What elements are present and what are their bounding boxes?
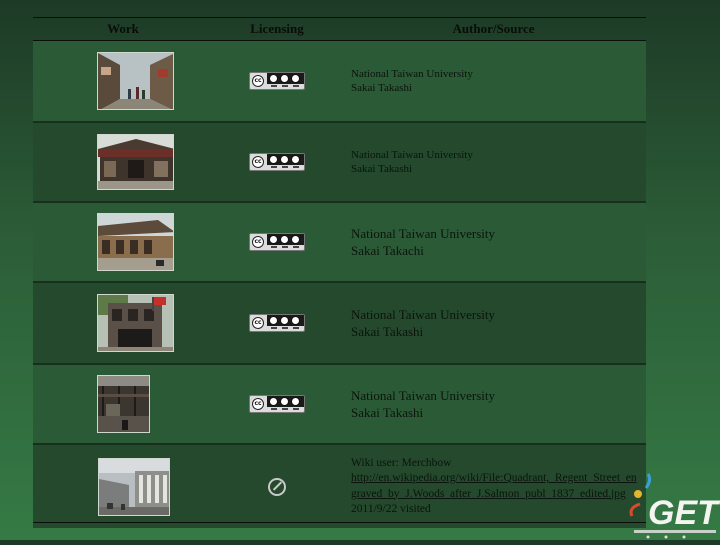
license-cell: [213, 477, 341, 496]
work-cell: [33, 294, 213, 352]
author-line: National Taiwan University: [351, 68, 473, 80]
cc-by-nc-sa-badge-icon[interactable]: cc: [249, 233, 305, 251]
table-row: cc National Taiwan University Sakai Taka…: [33, 365, 646, 445]
author-cell: National Taiwan University Sakai Takashi: [341, 306, 646, 340]
cc-by-nc-sa-badge-icon[interactable]: cc: [249, 72, 305, 90]
table-bottom-rule: [33, 522, 646, 523]
author-line: Sakai Takashi: [351, 163, 413, 175]
author-cell: National Taiwan University Sakai Takashi: [341, 67, 646, 95]
work-cell: [33, 134, 213, 190]
license-cell: cc: [213, 153, 341, 171]
flag-building-photo-thumbnail[interactable]: [97, 294, 174, 352]
author-line: Sakai Takashi: [351, 82, 413, 94]
interior-courtyard-photo-thumbnail[interactable]: [96, 375, 150, 433]
table-row: Wiki user: Merchbow http://en.wikipedia.…: [33, 445, 646, 528]
work-cell: [33, 52, 213, 110]
author-line: Wiki user: Merchbow: [351, 456, 452, 469]
work-cell: [33, 457, 213, 516]
author-line: National Taiwan University: [351, 226, 495, 241]
work-cell: [33, 213, 213, 271]
cc-by-nc-sa-badge-icon[interactable]: cc: [249, 314, 305, 332]
attribution-table: Work Licensing Author/Source cc National…: [33, 17, 646, 528]
author-line: Sakai Takachi: [351, 243, 424, 258]
author-cell: National Taiwan University Sakai Takashi: [341, 148, 646, 176]
old-house-photo-thumbnail[interactable]: [97, 213, 174, 271]
logo-text: GET: [648, 494, 720, 532]
license-cell: cc: [213, 72, 341, 90]
license-cell: cc: [213, 395, 341, 413]
author-cell: Wiki user: Merchbow http://en.wikipedia.…: [341, 456, 646, 518]
regent-street-engraving-thumbnail[interactable]: [98, 457, 170, 516]
author-line: National Taiwan University: [351, 388, 495, 403]
license-cell: cc: [213, 314, 341, 332]
author-line: Sakai Takashi: [351, 405, 424, 420]
author-line: National Taiwan University: [351, 149, 473, 161]
header-work: Work: [107, 21, 139, 36]
header-author-source: Author/Source: [452, 21, 535, 36]
author-line: Sakai Takashi: [351, 324, 424, 339]
public-domain-icon[interactable]: [268, 477, 286, 496]
cc-by-nc-sa-badge-icon[interactable]: cc: [249, 153, 305, 171]
table-row: cc National Taiwan University Sakai Taka…: [33, 41, 646, 123]
table-row: cc National Taiwan University Sakai Taka…: [33, 123, 646, 203]
table-row: cc National Taiwan University Sakai Taka…: [33, 283, 646, 365]
get-logo: GET: [626, 470, 720, 540]
header-licensing: Licensing: [250, 21, 304, 36]
cc-by-nc-sa-badge-icon[interactable]: cc: [249, 395, 305, 413]
table-header: Work Licensing Author/Source: [33, 18, 646, 41]
author-cell: National Taiwan University Sakai Takashi: [341, 387, 646, 421]
shop-front-photo-thumbnail[interactable]: [97, 134, 174, 190]
author-cell: National Taiwan University Sakai Takachi: [341, 225, 646, 259]
source-link[interactable]: http://en.wikipedia.org/wiki/File:Quadra…: [351, 472, 637, 500]
work-cell: [33, 375, 213, 433]
visited-date: 2011/9/22 visited: [351, 503, 431, 515]
street-photo-thumbnail[interactable]: [97, 52, 174, 110]
license-cell: cc: [213, 233, 341, 251]
table-row: cc National Taiwan University Sakai Taka…: [33, 203, 646, 283]
author-line: National Taiwan University: [351, 307, 495, 322]
